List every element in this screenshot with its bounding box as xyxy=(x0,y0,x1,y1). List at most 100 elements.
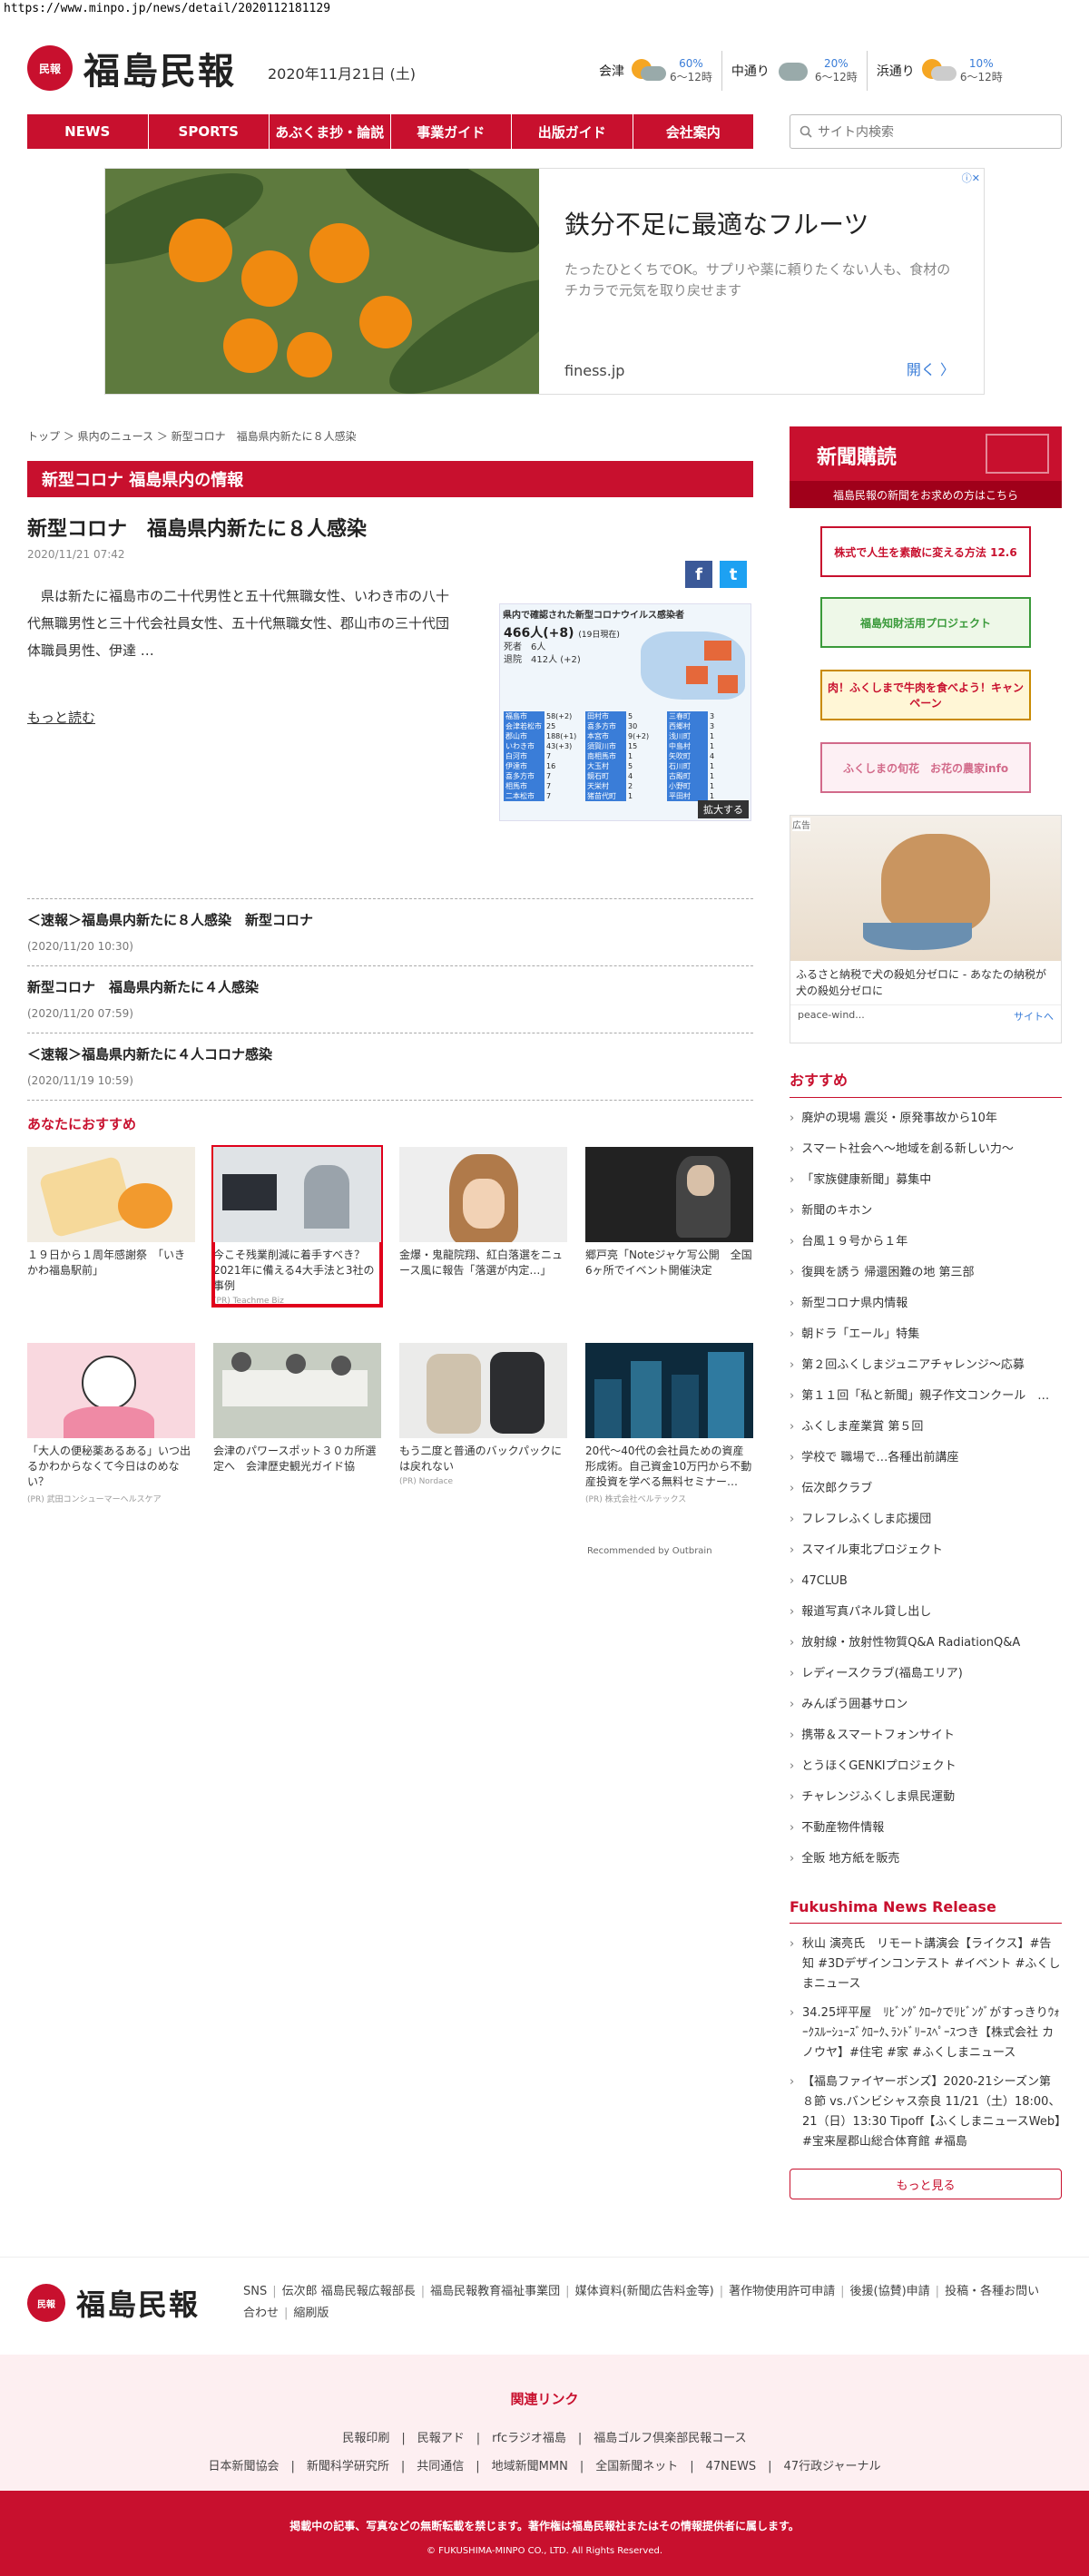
ad-label: 広告 xyxy=(792,818,810,831)
top-ad[interactable]: 鉄分不足に最適なフルーツ たったひとくちでOK。サプリや薬に頼りたくない人も、食… xyxy=(104,168,985,395)
osusume-item[interactable]: フレフレふくしま応援団 xyxy=(790,1504,1062,1535)
osusume-item[interactable]: 台風１９号から１年 xyxy=(790,1227,1062,1258)
covid-infographic[interactable]: 県内で確認された新型コロナウイルス感染者 466人(+8) (19日現在) 死者… xyxy=(499,603,751,821)
facebook-icon[interactable]: f xyxy=(685,561,712,588)
list-item[interactable]: 新型コロナ 福島県内新たに４人感染 (2020/11/20 07:59) xyxy=(27,965,753,1033)
table-cell: 二本松市 xyxy=(504,791,544,801)
news-title[interactable]: 新型コロナ 福島県内新たに４人感染 xyxy=(27,977,753,996)
osusume-item[interactable]: 報道写真パネル貸し出し xyxy=(790,1597,1062,1628)
recommend-card[interactable]: 郷戸亮「Noteジャケ写公開 全国6ヶ所でイベント開催決定 xyxy=(585,1147,753,1306)
breadcrumb[interactable]: トップ ＞ 県内のニュース ＞ 新型コロナ 福島県内新たに８人感染 xyxy=(27,428,357,444)
zoom-button[interactable]: 拡大する xyxy=(698,800,749,818)
table-cell: 会津若松市 xyxy=(504,721,544,731)
outbrain-credit[interactable]: Recommended by Outbrain xyxy=(587,1546,712,1556)
ad-open-link[interactable]: 開く 〉 xyxy=(907,358,955,379)
nav-sports[interactable]: SPORTS xyxy=(147,114,270,149)
osusume-item[interactable]: 新聞のキホン xyxy=(790,1196,1062,1227)
recommend-card[interactable]: 20代〜40代の会社員ための資産形成術。自己資金10万円から不動産投資を学べる無… xyxy=(585,1343,753,1504)
footer-link[interactable]: 著作物使用許可申請 xyxy=(729,2285,835,2298)
ad-close-icon[interactable]: ⓘ✕ xyxy=(962,171,980,185)
nav-business[interactable]: 事業ガイド xyxy=(389,114,512,149)
osusume-item[interactable]: チャレンジふくしま県民運動 xyxy=(790,1782,1062,1813)
osusume-item[interactable]: 新型コロナ県内情報 xyxy=(790,1288,1062,1319)
release-item[interactable]: 34.25坪平屋 ﾘﾋﾞﾝｸﾞｸﾛｰｸでﾘﾋﾞﾝｸﾞがすっきりｳｫｰｸｽﾙｰｼｭ… xyxy=(790,2003,1062,2063)
recommend-card[interactable]: 「大人の便秘薬あるある」いつ出るかわからなくて今日はのめない？ (PR) 武田コ… xyxy=(27,1343,195,1504)
ad-site-link[interactable]: サイトへ xyxy=(1014,1009,1054,1024)
news-title[interactable]: ＜速報＞福島県内新たに８人感染 新型コロナ xyxy=(27,910,753,929)
osusume-item[interactable]: 学校で 職場で…各種出前講座 xyxy=(790,1443,1062,1474)
card-title: 20代〜40代の会社員ための資産形成術。自己資金10万円から不動産投資を学べる無… xyxy=(585,1445,752,1488)
footer-link[interactable]: 縮刷版 xyxy=(293,2307,329,2320)
osusume-item[interactable]: とうほくGENKIプロジェクト xyxy=(790,1751,1062,1782)
recommend-card[interactable]: 会津のパワースポット３０カ所選定へ 会津歴史観光ガイド協 xyxy=(213,1343,381,1504)
banner-stock[interactable]: 株式で人生を素敵に変える方法 12.6 xyxy=(820,526,1031,577)
osusume-item[interactable]: 第２回ふくしまジュニアチャレンジ〜応募 xyxy=(790,1350,1062,1381)
osusume-item[interactable]: 第１１回「私と新聞」親子作文コンクール … xyxy=(790,1381,1062,1412)
banner-ip-project[interactable]: 福島知財活用プロジェクト xyxy=(820,597,1031,648)
copyright-text: © FUKUSHIMA-MINPO CO., LTD. All Rights R… xyxy=(426,2546,663,2556)
recommend-card[interactable]: 金爆・鬼龍院翔、紅白落選をニュース風に報告「落選が内定…」 xyxy=(399,1147,567,1306)
osusume-item[interactable]: 全販 地方紙を販売 xyxy=(790,1844,1062,1875)
osusume-item[interactable]: みんぽう囲碁サロン xyxy=(790,1690,1062,1720)
osusume-item[interactable]: ふくしま産業賞 第５回 xyxy=(790,1412,1062,1443)
table-row: いわき市 43(+3) 須賀川市 15 中島村 1 xyxy=(504,741,749,751)
weather-city: 会津 xyxy=(599,64,624,79)
related-row[interactable]: 日本新聞協会 | 新聞科学研究所 | 共同通信 | 地域新聞MMN | 全国新聞… xyxy=(0,2456,1089,2473)
osusume-item[interactable]: 伝次郎クラブ xyxy=(790,1474,1062,1504)
infographic-total: 466人(+8) xyxy=(504,626,574,641)
osusume-item[interactable]: スマート社会へ〜地域を創る新しい力〜 xyxy=(790,1134,1062,1165)
infographic-total-note: (19日現在) xyxy=(578,631,620,640)
osusume-item[interactable]: 朝ドラ「エール」特集 xyxy=(790,1319,1062,1350)
osusume-item[interactable]: 復興を誘う 帰還困難の地 第三部 xyxy=(790,1258,1062,1288)
table-cell: 16 xyxy=(546,762,556,770)
news-title[interactable]: ＜速報＞福島県内新たに４人コロナ感染 xyxy=(27,1044,753,1063)
footer-link[interactable]: 媒体資料(新聞広告料金等) xyxy=(575,2285,714,2298)
more-button[interactable]: もっと見る xyxy=(790,2169,1062,2199)
recommend-card[interactable]: 今こそ残業削減に着手すべき？2021年に備える4大手法と3社の事例 (PR) T… xyxy=(211,1145,383,1308)
nav-publishing[interactable]: 出版ガイド xyxy=(511,114,633,149)
footer-link[interactable]: 後援(協賛)申請 xyxy=(850,2285,930,2298)
list-item[interactable]: ＜速報＞福島県内新たに８人感染 新型コロナ (2020/11/20 10:30) xyxy=(27,898,753,965)
banner-flower[interactable]: ふくしまの旬花 お花の農家info xyxy=(820,742,1031,793)
table-cell: 1 xyxy=(628,792,633,800)
site-logo[interactable]: 民報 福島民報 xyxy=(27,42,236,94)
osusume-item[interactable]: 47CLUB xyxy=(790,1566,1062,1597)
footer-link[interactable]: 伝次郎 福島民報広報部長 xyxy=(282,2285,416,2298)
footer-link[interactable]: 福島民報教育福祉事業団 xyxy=(430,2285,560,2298)
read-more-link[interactable]: もっと読む xyxy=(27,708,95,727)
osusume-item[interactable]: 放射線・放射性物質Q&A RadiationQ&A xyxy=(790,1628,1062,1659)
nav-company[interactable]: 会社案内 xyxy=(632,114,754,149)
table-cell: 1 xyxy=(710,732,715,740)
table-cell: 猪苗代町 xyxy=(585,791,626,801)
osusume-item[interactable]: レディースクラブ(福島エリア) xyxy=(790,1659,1062,1690)
subscribe-box[interactable]: 新聞購読 福島民報の新聞をお求めの方はこちら xyxy=(790,426,1062,508)
search-box xyxy=(790,114,1062,149)
table-cell: 1 xyxy=(710,762,715,770)
footer-link[interactable]: SNS xyxy=(243,2285,267,2298)
search-input[interactable] xyxy=(818,124,1035,139)
weather-aizu: 会津 60% 6〜12時 xyxy=(590,51,721,91)
osusume-item[interactable]: 廃炉の現場 震災・原発事故から10年 xyxy=(790,1103,1062,1134)
recommend-card[interactable]: １９日から１周年感謝祭 「いきかわ福島駅前」 xyxy=(27,1147,195,1306)
release-item[interactable]: 【福島ファイヤーボンズ】2020-21シーズン第８節 vs.バンビシャス奈良 1… xyxy=(790,2072,1062,2152)
osusume-item[interactable]: 携帯＆スマートフォンサイト xyxy=(790,1720,1062,1751)
osusume-item[interactable]: スマイル東北プロジェクト xyxy=(790,1535,1062,1566)
osusume-item[interactable]: 不動産物件情報 xyxy=(790,1813,1062,1844)
nav-abukuma[interactable]: あぶくま抄・論説 xyxy=(269,114,390,149)
table-cell: 5 xyxy=(628,762,633,770)
osusume-item[interactable]: 「家族健康新聞」募集中 xyxy=(790,1165,1062,1196)
recommend-card[interactable]: もう二度と普通のバックパックには戻れない (PR) Nordace xyxy=(399,1343,567,1504)
table-cell: 43(+3) xyxy=(546,742,573,750)
separator: | xyxy=(565,2285,570,2298)
release-item[interactable]: 秋山 演亮氏 リモート講演会【ライクス】#告知 #3Dデザインコンテスト #イベ… xyxy=(790,1934,1062,1994)
nav-news[interactable]: NEWS xyxy=(27,114,148,149)
twitter-icon[interactable]: t xyxy=(720,561,747,588)
osusume-section: おすすめ 廃炉の現場 震災・原発事故から10年スマート社会へ〜地域を創る新しい力… xyxy=(790,1068,1062,1875)
separator: | xyxy=(719,2285,724,2298)
sidebar-ad[interactable]: 広告 ふるさと納税で犬の殺処分ゼロに - あなたの納税が犬の殺処分ゼロに pea… xyxy=(790,815,1062,1043)
related-row[interactable]: 民報印刷 | 民報アド | rfcラジオ福島 | 福島ゴルフ倶楽部民報コース xyxy=(0,2428,1089,2445)
ad-image xyxy=(105,169,539,394)
footer-logo[interactable]: 民報 福島民報 xyxy=(27,2282,200,2324)
banner-beef[interactable]: 肉！ふくしまで牛肉を食べよう！キャンペーン xyxy=(820,670,1031,720)
list-item[interactable]: ＜速報＞福島県内新たに４人コロナ感染 (2020/11/19 10:59) xyxy=(27,1033,753,1100)
